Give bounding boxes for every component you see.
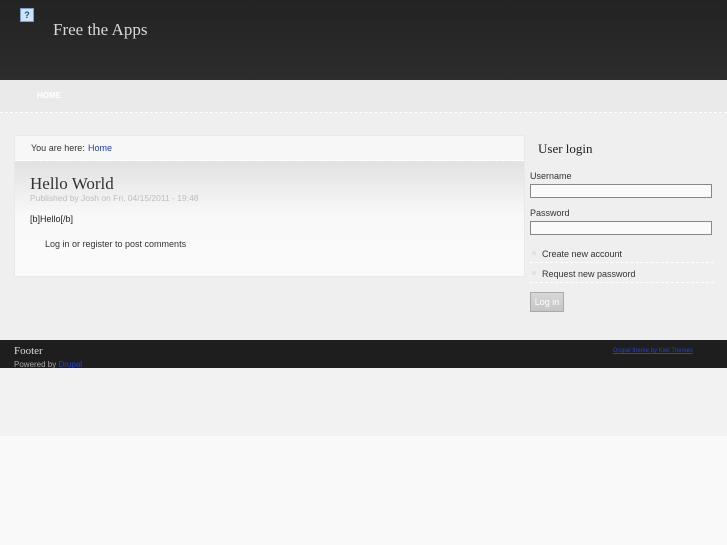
node-links[interactable]: Log in or register to post comments	[45, 239, 186, 249]
request-password-label: Request new password	[542, 269, 636, 279]
user-login-title: User login	[538, 141, 593, 156]
main-content: You are here: Home Hello World Published…	[14, 135, 525, 277]
log-in-button[interactable]: Log in	[530, 292, 564, 312]
create-account-label: Create new account	[542, 249, 623, 259]
password-field[interactable]	[530, 221, 712, 235]
username-label: Username	[530, 171, 572, 181]
breadcrumb-label: You are here:	[31, 143, 85, 153]
page-title[interactable]: Hello World	[30, 174, 114, 194]
primary-nav: HOME	[0, 80, 727, 113]
breadcrumb-home-link[interactable]: Home	[88, 143, 112, 153]
footer-title: Footer	[14, 345, 43, 357]
password-label: Password	[530, 208, 570, 218]
site-name[interactable]: Free the Apps	[53, 20, 147, 40]
node-body: [b]Hello[/b]	[30, 214, 74, 224]
create-account-link[interactable]: Create new account	[530, 246, 714, 263]
breadcrumb: You are here: Home	[15, 136, 524, 161]
request-password-link[interactable]: Request new password	[530, 266, 714, 283]
broken-image-icon[interactable]: ?	[20, 8, 34, 22]
nav-item-home[interactable]: HOME	[37, 91, 61, 100]
username-field[interactable]	[530, 184, 712, 198]
bullet-icon	[532, 251, 536, 255]
theme-credit-link[interactable]: Drupal theme by Kiwi Themes	[613, 348, 693, 354]
bottom-background	[0, 368, 727, 436]
bullet-icon	[532, 271, 536, 275]
site-footer: Footer Powered by Drupal Drupal theme by…	[0, 340, 727, 369]
submitted-meta: Published by Josh on Fri, 04/15/2011 - 1…	[30, 193, 199, 203]
site-header: ? Free the Apps	[0, 0, 727, 80]
